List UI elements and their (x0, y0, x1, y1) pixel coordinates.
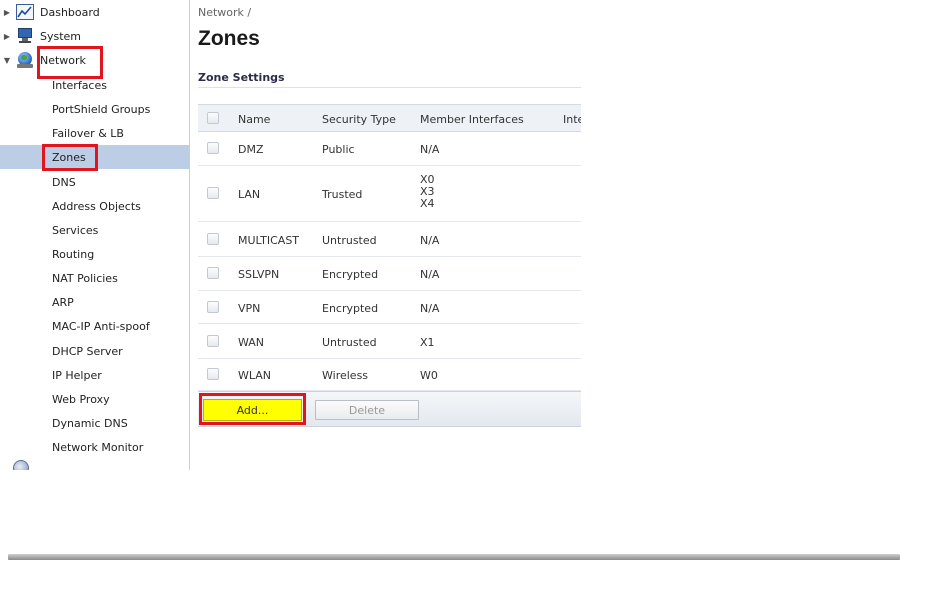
dashboard-icon (16, 4, 34, 20)
zone-security-type: Wireless (322, 369, 369, 382)
bottom-divider (8, 554, 900, 560)
section-divider (198, 87, 581, 88)
zone-name: WAN (238, 336, 265, 349)
column-header-security-type[interactable]: Security Type (322, 113, 396, 126)
sidebar-item-mac-ip-anti-spoof[interactable]: MAC-IP Anti-spoof (0, 314, 189, 338)
select-all-checkbox[interactable] (207, 112, 219, 124)
table-row[interactable]: DMZ Public N/A (198, 132, 581, 166)
table-header: Name Security Type Member Interfaces Int… (198, 104, 581, 132)
sidebar-item-system[interactable]: ▶ System (0, 24, 189, 48)
zone-security-type: Public (322, 143, 355, 156)
menu-section-icon[interactable] (13, 460, 29, 470)
globe-icon (16, 52, 34, 68)
sidebar-item-arp[interactable]: ARP (0, 290, 189, 314)
sidebar-item-routing[interactable]: Routing (0, 242, 189, 266)
row-checkbox[interactable] (207, 142, 219, 154)
zone-name: WLAN (238, 369, 272, 382)
sidebar-item-address-objects[interactable]: Address Objects (0, 194, 189, 218)
expand-arrow-icon[interactable]: ▶ (1, 8, 13, 17)
sidebar-item-dns[interactable]: DNS (0, 170, 189, 194)
sidebar-item-web-proxy[interactable]: Web Proxy (0, 387, 189, 411)
zone-name: SSLVPN (238, 268, 280, 281)
sidebar-item-portshield-groups[interactable]: PortShield Groups (0, 97, 189, 121)
zone-member-interfaces: X0 X3 X4 (420, 174, 435, 210)
zone-security-type: Encrypted (322, 302, 379, 315)
section-title: Zone Settings (198, 71, 285, 84)
sidebar-item-dynamic-dns[interactable]: Dynamic DNS (0, 411, 189, 435)
member-interface: X4 (420, 197, 435, 210)
sidebar-item-nat-policies[interactable]: NAT Policies (0, 266, 189, 290)
expand-arrow-icon[interactable]: ▶ (1, 32, 13, 41)
table-row[interactable]: WAN Untrusted X1 (198, 324, 581, 359)
zone-member-interfaces: N/A (420, 143, 440, 156)
sidebar-item-label: Dashboard (40, 5, 100, 19)
table-row[interactable]: MULTICAST Untrusted N/A (198, 222, 581, 257)
sidebar-item-network[interactable]: ▼ Network (0, 48, 189, 72)
add-zone-button[interactable]: Add... (203, 399, 302, 421)
table-row[interactable]: VPN Encrypted N/A (198, 291, 581, 324)
column-header-member-interfaces[interactable]: Member Interfaces (420, 113, 524, 126)
main-content: Network / Zones Zone Settings Name Secur… (198, 0, 581, 470)
zone-member-interfaces: X1 (420, 336, 435, 349)
sidebar-nav: ▶ Dashboard ▶ System ▼ Network Interface… (0, 0, 190, 470)
page-title: Zones (198, 27, 260, 50)
breadcrumb[interactable]: Network / (198, 6, 251, 19)
zone-security-type: Trusted (322, 188, 363, 201)
monitor-icon (16, 28, 34, 44)
row-checkbox[interactable] (207, 267, 219, 279)
sidebar-item-network-monitor[interactable]: Network Monitor (0, 435, 189, 459)
row-checkbox[interactable] (207, 187, 219, 199)
zone-member-interfaces: N/A (420, 268, 440, 281)
zone-security-type: Encrypted (322, 268, 379, 281)
table-row[interactable]: LAN Trusted X0 X3 X4 (198, 166, 581, 222)
row-checkbox[interactable] (207, 301, 219, 313)
delete-zone-button[interactable]: Delete (315, 400, 419, 420)
row-checkbox[interactable] (207, 335, 219, 347)
zone-security-type: Untrusted (322, 336, 377, 349)
column-header-interface-trust[interactable]: Inte (563, 113, 581, 126)
sidebar-item-ip-helper[interactable]: IP Helper (0, 363, 189, 387)
row-checkbox[interactable] (207, 233, 219, 245)
sidebar-item-interfaces[interactable]: Interfaces (0, 73, 189, 97)
table-row[interactable]: SSLVPN Encrypted N/A (198, 257, 581, 291)
sidebar-item-label: System (40, 29, 82, 43)
sidebar-item-zones[interactable]: Zones (0, 145, 189, 169)
zone-member-interfaces: W0 (420, 369, 438, 382)
sidebar-item-dashboard[interactable]: ▶ Dashboard (0, 0, 189, 24)
zone-name: LAN (238, 188, 261, 201)
sidebar-item-failover-lb[interactable]: Failover & LB (0, 121, 189, 145)
zone-member-interfaces: N/A (420, 234, 440, 247)
table-row[interactable]: WLAN Wireless W0 (198, 359, 581, 391)
zone-name: MULTICAST (238, 234, 300, 247)
row-checkbox[interactable] (207, 368, 219, 380)
zone-name: VPN (238, 302, 261, 315)
column-header-name[interactable]: Name (238, 113, 270, 126)
sidebar-item-dhcp-server[interactable]: DHCP Server (0, 339, 189, 363)
sidebar-item-services[interactable]: Services (0, 218, 189, 242)
table-button-bar: Add... Delete (198, 391, 581, 427)
zone-name: DMZ (238, 143, 264, 156)
collapse-arrow-icon[interactable]: ▼ (1, 56, 13, 65)
zone-security-type: Untrusted (322, 234, 377, 247)
zone-member-interfaces: N/A (420, 302, 440, 315)
sidebar-item-label: Network (40, 53, 86, 67)
